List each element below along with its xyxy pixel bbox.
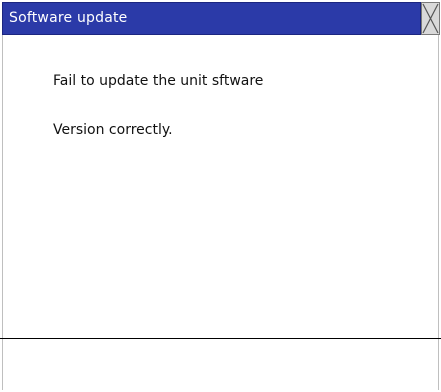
dialog-title: Software update [9, 10, 128, 26]
error-message-line-1: Fail to update the unit sftware [53, 73, 264, 89]
error-message-line-2: Version correctly. [53, 122, 173, 138]
message-area: Fail to update the unit sftware Version … [2, 35, 439, 338]
software-update-dialog: Software update Fail to update the unit … [0, 0, 441, 392]
close-icon [422, 3, 439, 34]
close-button[interactable] [421, 2, 440, 35]
title-bar: Software update [2, 2, 421, 35]
footer-area [2, 339, 439, 390]
